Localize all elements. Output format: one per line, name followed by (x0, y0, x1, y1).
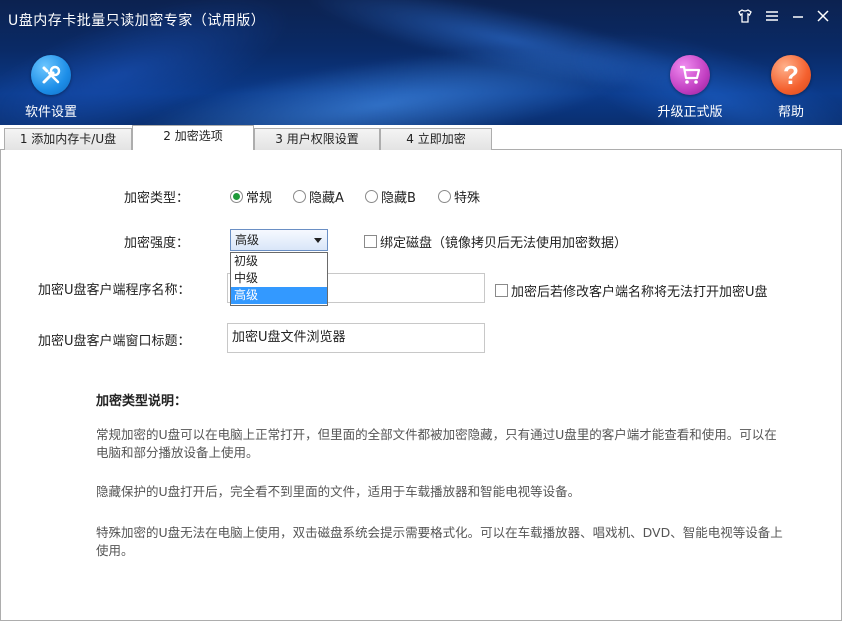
bind-disk-label: 绑定磁盘（镜像拷贝后无法使用加密数据） (380, 236, 628, 251)
description-special: 特殊加密的U盘无法在电脑上使用，双击磁盘系统会提示需要格式化。可以在车载播放器、… (96, 525, 783, 558)
radio-normal[interactable]: 常规 (230, 187, 272, 206)
window-title: U盘内存卡批量只读加密专家（试用版） (8, 13, 266, 29)
chevron-down-icon (314, 238, 322, 243)
description-title: 加密类型说明： (96, 394, 188, 409)
menu-icon[interactable] (761, 8, 783, 30)
radio-normal-label: 常规 (246, 191, 273, 206)
header-banner: U盘内存卡批量只读加密专家（试用版） 软件设置 升级正式版 ? 帮助 (0, 0, 842, 125)
tab-add-card[interactable]: 1 添加内存卡/U盘 (4, 128, 132, 150)
radio-hidden-b[interactable]: 隐藏B (365, 187, 416, 206)
window-title-label: 加密U盘客户端窗口标题： (38, 334, 191, 349)
encrypt-type-label: 加密类型： (124, 191, 190, 206)
question-glyph: ? (783, 59, 799, 90)
shopping-cart-icon (670, 55, 710, 95)
checkbox-box (364, 235, 377, 248)
radio-dot (293, 190, 306, 203)
rename-lock-checkbox[interactable]: 加密后若修改客户端名称将无法打开加密U盘 (495, 281, 768, 300)
rename-lock-label: 加密后若修改客户端名称将无法打开加密U盘 (511, 285, 768, 300)
strength-dropdown-list: 初级 中级 高级 (230, 252, 328, 306)
help-label: 帮助 (777, 105, 804, 120)
radio-dot (230, 190, 243, 203)
client-name-label: 加密U盘客户端程序名称： (38, 283, 191, 298)
radio-hidden-a[interactable]: 隐藏A (293, 187, 344, 206)
upgrade-button[interactable]: 升级正式版 (652, 55, 728, 120)
description-hidden: 隐藏保护的U盘打开后，完全看不到里面的文件，适用于车载播放器和智能电视等设备。 (96, 484, 581, 499)
radio-special[interactable]: 特殊 (438, 187, 480, 206)
strength-option-medium[interactable]: 中级 (231, 270, 327, 287)
bind-disk-checkbox[interactable]: 绑定磁盘（镜像拷贝后无法使用加密数据） (364, 232, 627, 251)
radio-hidden-b-label: 隐藏B (381, 191, 416, 206)
radio-dot (365, 190, 378, 203)
checkbox-box (495, 284, 508, 297)
close-icon[interactable] (812, 8, 834, 30)
radio-hidden-a-label: 隐藏A (309, 191, 344, 206)
strength-option-advanced[interactable]: 高级 (231, 287, 327, 304)
settings-label: 软件设置 (24, 105, 77, 120)
tab-user-permissions[interactable]: 3 用户权限设置 (254, 128, 380, 150)
radio-special-label: 特殊 (454, 191, 481, 206)
minimize-icon[interactable] (787, 8, 809, 30)
strength-option-basic[interactable]: 初级 (231, 253, 327, 270)
strength-label: 加密强度： (124, 236, 190, 251)
settings-button[interactable]: 软件设置 (20, 55, 82, 120)
window-title-input[interactable]: 加密U盘文件浏览器 (227, 323, 485, 353)
tab-encrypt-options[interactable]: 2 加密选项 (132, 125, 254, 150)
description-normal: 常规加密的U盘可以在电脑上正常打开，但里面的全部文件都被加密隐藏，只有通过U盘里… (96, 427, 777, 460)
tab-encrypt-now[interactable]: 4 立即加密 (380, 128, 492, 150)
upgrade-label: 升级正式版 (657, 105, 723, 120)
tab-bar: 1 添加内存卡/U盘 2 加密选项 3 用户权限设置 4 立即加密 (0, 125, 842, 150)
encrypt-options-panel: 加密类型： 常规 隐藏A 隐藏B 特殊 加密强度： 高级 初级 中级 高级 绑定… (0, 150, 842, 621)
radio-dot (438, 190, 451, 203)
skin-shirt-icon[interactable] (734, 8, 756, 30)
question-icon: ? (771, 55, 811, 95)
wrench-screwdriver-icon (31, 55, 71, 95)
strength-select-value: 高级 (235, 233, 260, 247)
strength-select[interactable]: 高级 (230, 229, 328, 251)
help-button[interactable]: ? 帮助 (770, 55, 812, 120)
